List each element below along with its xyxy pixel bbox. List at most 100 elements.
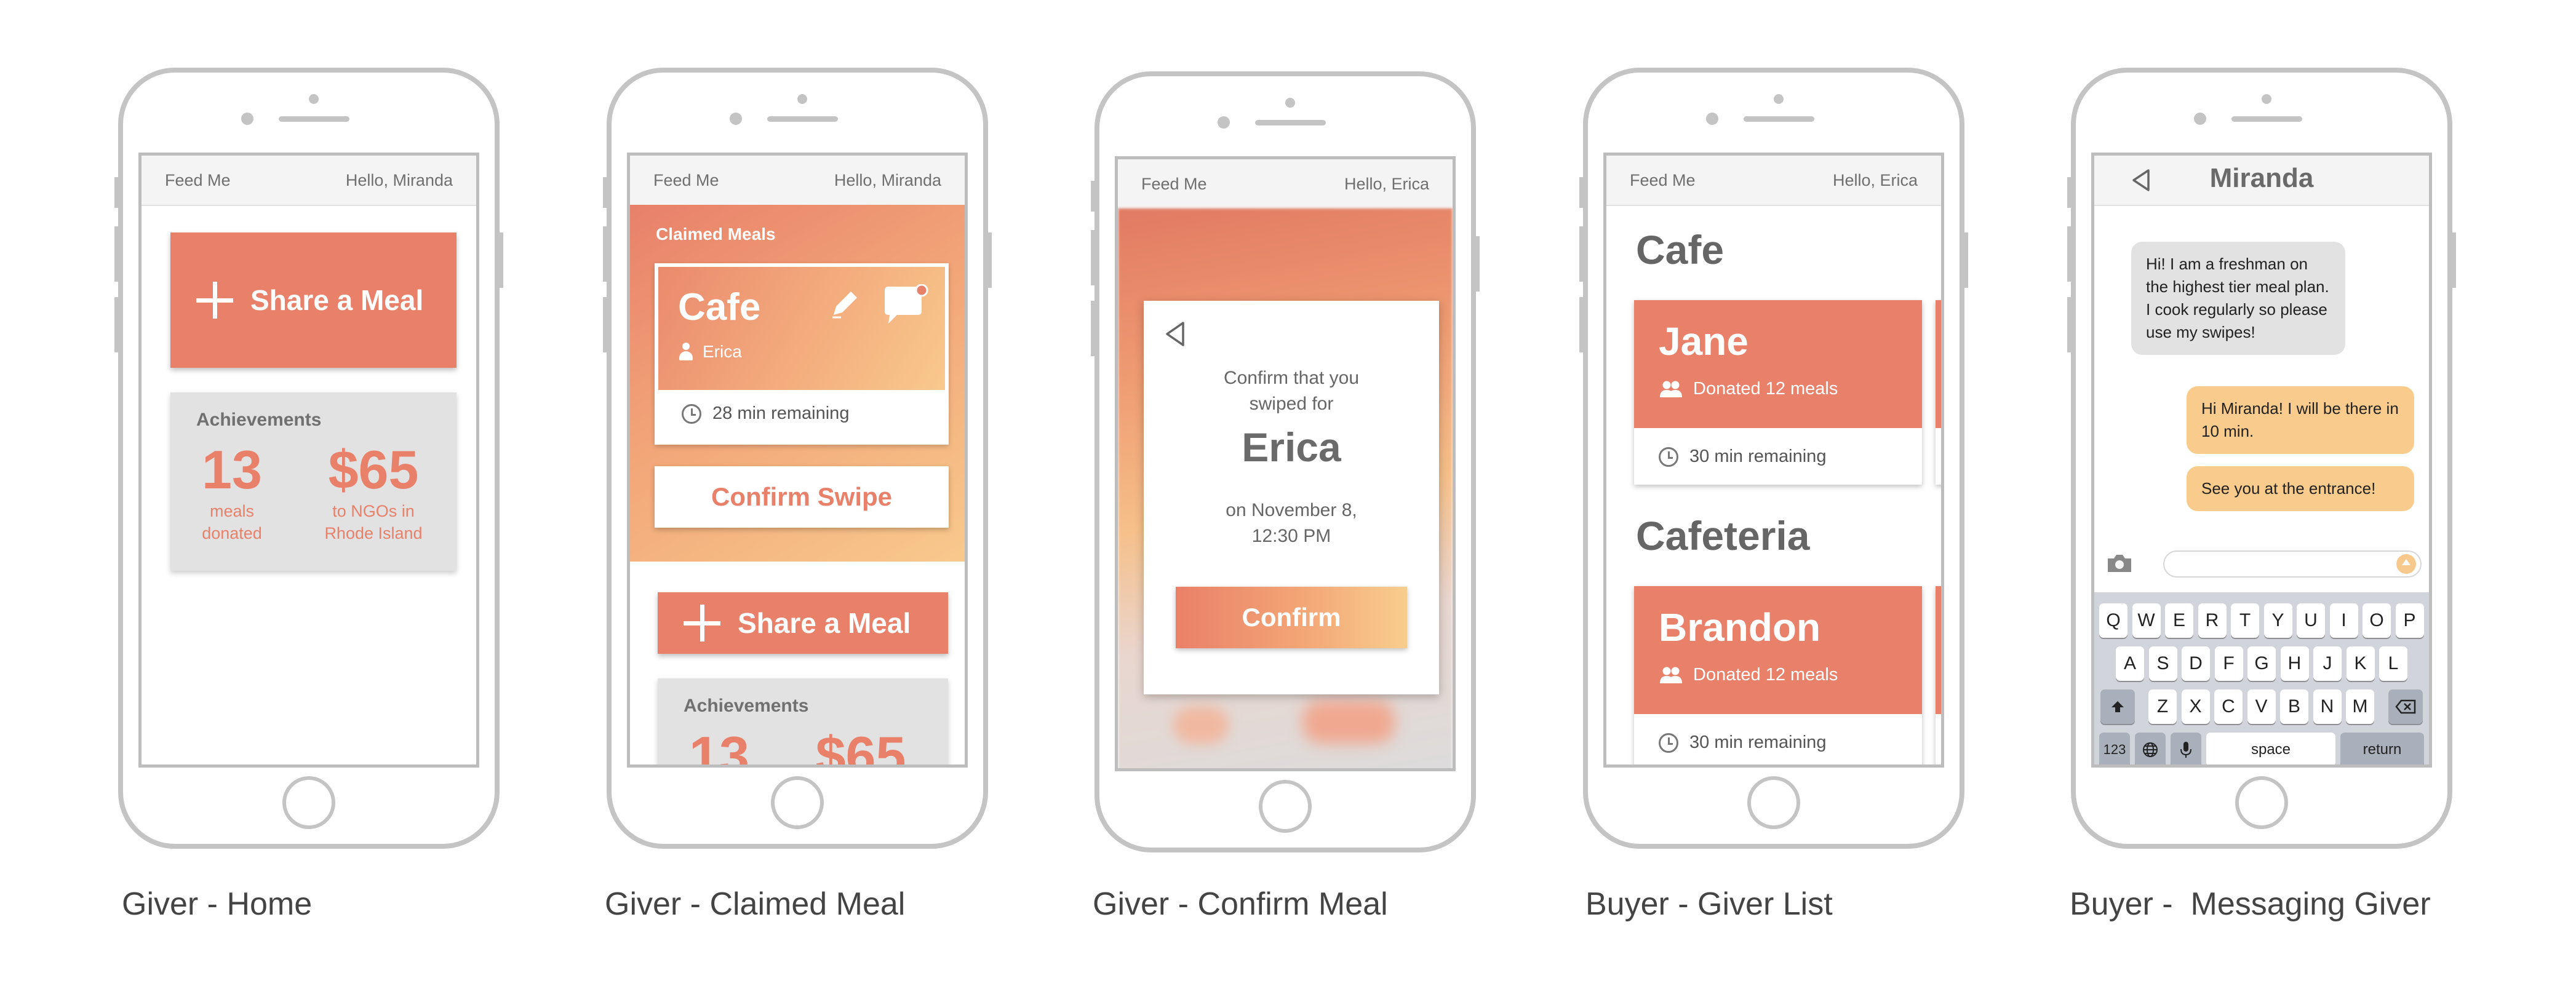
greeting: Hello, Erica xyxy=(1832,170,1918,189)
delete-key[interactable] xyxy=(2388,689,2423,724)
greeting: Hello, Miranda xyxy=(834,170,941,189)
screen: Feed Me Hello, Erica Cafe Jane Donated 1… xyxy=(1603,153,1944,768)
side-button xyxy=(1091,181,1096,212)
phone-giver-claimed-meal: Feed Me Hello, Miranda Claimed Meals Caf… xyxy=(603,68,992,849)
mic-key[interactable] xyxy=(2171,733,2201,765)
home-button[interactable] xyxy=(1747,776,1800,829)
key-l[interactable]: L xyxy=(2379,646,2407,681)
return-key[interactable]: return xyxy=(2340,733,2424,765)
meals-label: meals donated xyxy=(183,500,281,544)
key-d[interactable]: D xyxy=(2182,646,2210,681)
speaker-grille xyxy=(1744,116,1814,122)
caption-giver-home: Giver - Home xyxy=(122,886,313,922)
numbers-key[interactable]: 123 xyxy=(2099,733,2130,765)
back-icon[interactable] xyxy=(1163,320,1188,348)
confirm-button[interactable]: Confirm xyxy=(1176,587,1407,648)
key-g[interactable]: G xyxy=(2247,646,2276,681)
group-icon xyxy=(1660,667,1682,683)
message-bubble-sent: See you at the entrance! xyxy=(2187,466,2414,511)
side-button xyxy=(1579,226,1584,282)
home-button[interactable] xyxy=(1259,780,1312,833)
edit-icon[interactable] xyxy=(827,287,862,321)
giver-card[interactable]: Brandon Donated 12 meals 30 min remainin… xyxy=(1634,586,1922,765)
top-bar: Feed Me Hello, Miranda xyxy=(142,156,476,206)
key-t[interactable]: T xyxy=(2231,603,2259,638)
key-x[interactable]: X xyxy=(2181,689,2210,724)
share-meal-button[interactable]: Share a Meal xyxy=(170,232,457,368)
app-name[interactable]: Feed Me xyxy=(1630,171,1696,190)
key-a[interactable]: A xyxy=(2116,646,2144,681)
key-s[interactable]: S xyxy=(2148,646,2177,681)
camera-icon xyxy=(730,113,742,125)
key-m[interactable]: M xyxy=(2346,689,2374,724)
key-z[interactable]: Z xyxy=(2148,689,2177,724)
confirm-swipe-button[interactable]: Confirm Swipe xyxy=(655,466,949,528)
key-k[interactable]: K xyxy=(2346,646,2375,681)
time-remaining-label: 30 min remaining xyxy=(1689,733,1827,752)
key-b[interactable]: B xyxy=(2280,689,2308,724)
key-o[interactable]: O xyxy=(2363,603,2391,638)
key-v[interactable]: V xyxy=(2247,689,2276,724)
key-c[interactable]: C xyxy=(2214,689,2243,724)
key-e[interactable]: E xyxy=(2165,603,2193,638)
key-i[interactable]: I xyxy=(2329,603,2358,638)
key-r[interactable]: R xyxy=(2198,603,2227,638)
send-icon[interactable] xyxy=(2396,554,2417,574)
speaker-grille xyxy=(2231,116,2302,122)
giver-card-peek[interactable] xyxy=(1936,300,1941,485)
side-button xyxy=(603,177,608,208)
camera-button-icon[interactable] xyxy=(2105,552,2134,574)
message-bubble-sent: Hi Miranda! I will be there in 10 min. xyxy=(2187,386,2414,454)
side-button xyxy=(1091,230,1096,285)
globe-key[interactable] xyxy=(2135,733,2166,765)
shift-key[interactable] xyxy=(2100,689,2135,724)
contact-name: Miranda xyxy=(2209,163,2314,193)
microphone-icon xyxy=(2180,742,2191,758)
key-f[interactable]: F xyxy=(2214,646,2243,681)
achievements-card: Achievements 13 meals donated $65 to NGO… xyxy=(170,392,457,571)
meals-label-line: meals xyxy=(209,502,255,520)
giver-card-peek-header xyxy=(1936,586,1941,714)
key-y[interactable]: Y xyxy=(2263,603,2292,638)
key-n[interactable]: N xyxy=(2313,689,2342,724)
key-p[interactable]: P xyxy=(2395,603,2424,638)
app-name[interactable]: Feed Me xyxy=(165,171,231,190)
giver-card-peek[interactable] xyxy=(1936,586,1941,765)
key-q[interactable]: Q xyxy=(2099,603,2127,638)
confirm-dialog: Confirm that you swiped for Erica on Nov… xyxy=(1144,301,1439,694)
giver-card-header: Brandon Donated 12 meals xyxy=(1634,586,1922,714)
return-key-label: return xyxy=(2363,741,2402,758)
space-key[interactable]: space xyxy=(2206,733,2335,765)
plus-icon xyxy=(684,605,720,641)
key-h[interactable]: H xyxy=(2280,646,2309,681)
time-remaining-label: 28 min remaining xyxy=(712,403,850,423)
app-name[interactable]: Feed Me xyxy=(1141,175,1207,194)
claimed-meal-card[interactable]: Cafe Erica 28 min remaining xyxy=(655,263,949,445)
amount-label-line: Rhode Island xyxy=(324,524,423,542)
app-name[interactable]: Feed Me xyxy=(653,171,719,190)
giver-card[interactable]: Jane Donated 12 meals 30 min remaining xyxy=(1634,300,1922,485)
date-line: on November 8, xyxy=(1226,500,1357,520)
confirm-line: swiped for xyxy=(1249,394,1334,414)
person-icon xyxy=(678,343,694,361)
key-w[interactable]: W xyxy=(2132,603,2161,638)
caption-buyer-messaging: Buyer - Messaging Giver xyxy=(2070,886,2431,922)
screen: Feed Me Hello, Erica Confirm that you sw… xyxy=(1115,156,1456,771)
side-button xyxy=(114,226,119,282)
home-button[interactable] xyxy=(2235,776,2288,829)
home-button[interactable] xyxy=(282,776,335,829)
key-j[interactable]: J xyxy=(2313,646,2342,681)
key-u[interactable]: U xyxy=(2297,603,2325,638)
confirm-swipe-label: Confirm Swipe xyxy=(711,482,893,511)
share-meal-button[interactable]: Share a Meal xyxy=(658,592,948,654)
meals-count: 13 xyxy=(202,439,262,500)
message-input[interactable] xyxy=(2163,550,2422,578)
message-text: Hi! I am a freshman on the highest tier … xyxy=(2146,255,2329,341)
phone-buyer-messaging: Miranda Hi! I am a freshman on the highe… xyxy=(2067,68,2456,849)
message-icon[interactable] xyxy=(881,284,930,327)
home-button[interactable] xyxy=(771,776,824,829)
globe-icon xyxy=(2143,742,2158,757)
message-bubble-received: Hi! I am a freshman on the highest tier … xyxy=(2131,242,2345,355)
clock-icon xyxy=(682,403,701,424)
confirm-button-label: Confirm xyxy=(1242,603,1341,632)
